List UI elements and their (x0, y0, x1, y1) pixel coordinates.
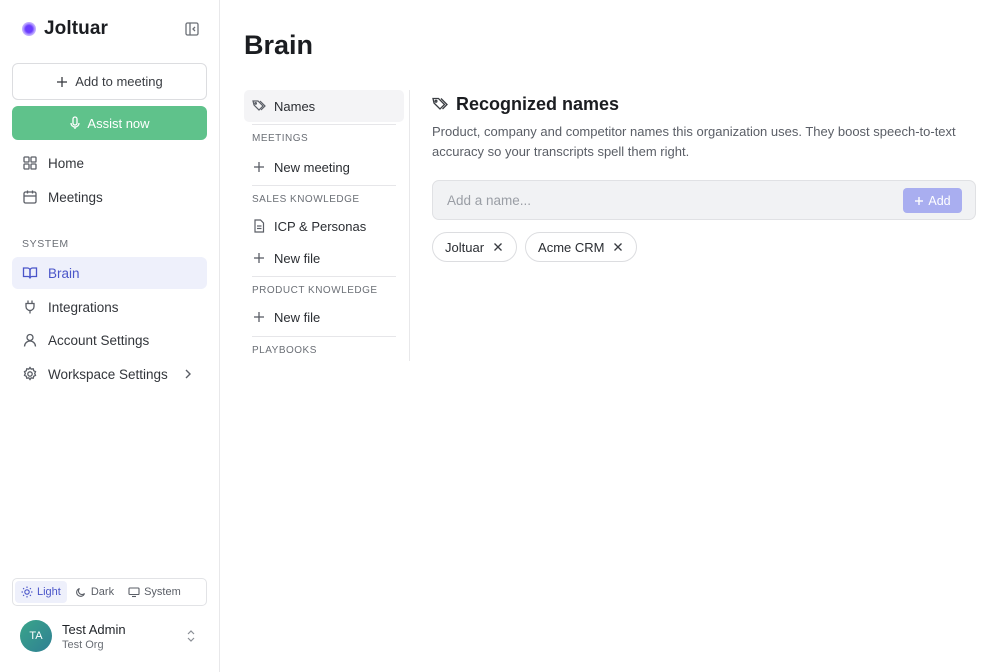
brain-subnav: Names MEETINGS New meeting SALES KNOWLED… (244, 90, 410, 361)
nav-item-brain[interactable]: Brain (12, 257, 207, 289)
chevron-right-icon (181, 367, 195, 381)
moon-icon (75, 587, 85, 597)
system-section-label: SYSTEM (22, 238, 69, 250)
subnav-item-label: New file (274, 250, 321, 266)
subnav-heading-product: PRODUCT KNOWLEDGE (252, 285, 378, 296)
book-open-icon (22, 265, 38, 281)
document-icon (252, 219, 266, 233)
calendar-icon (22, 189, 38, 205)
subnav-new-file-sales[interactable]: New file (244, 242, 404, 274)
plus-icon (252, 310, 266, 324)
plug-icon (22, 299, 38, 315)
microphone-icon (70, 116, 81, 129)
subnav-heading-meetings: MEETINGS (252, 133, 309, 144)
brand: Joltuar (22, 18, 108, 40)
brand-logo-icon (22, 22, 36, 36)
nav-item-label: Integrations (48, 299, 119, 315)
name-chip: Acme CRM (525, 232, 638, 262)
subnav-divider (252, 336, 396, 337)
sidebar-collapse-icon[interactable] (183, 20, 201, 38)
subnav-divider (252, 276, 396, 277)
add-name-input[interactable] (434, 182, 894, 218)
nav-item-label: Workspace Settings (48, 366, 168, 382)
subnav-heading-playbooks: PLAYBOOKS (252, 345, 317, 356)
chevron-up-down-icon (185, 629, 197, 643)
assist-now-button[interactable]: Assist now (12, 106, 207, 140)
plus-icon (252, 251, 266, 265)
names-chip-list: Joltuar Acme CRM (432, 232, 645, 262)
home-grid-icon (22, 155, 38, 171)
assist-now-label: Assist now (87, 115, 150, 131)
tags-icon (432, 96, 448, 112)
theme-system-label: System (144, 586, 181, 598)
sun-icon (21, 586, 33, 598)
avatar: TA (20, 620, 52, 652)
nav-item-label: Home (48, 155, 85, 171)
nav-item-workspace-settings[interactable]: Workspace Settings (12, 358, 207, 390)
panel-title: Recognized names (456, 93, 620, 114)
remove-name-icon[interactable] (492, 241, 504, 253)
plus-icon (915, 196, 924, 205)
panel-description: Product, company and competitor names th… (432, 124, 956, 159)
sidebar: Joltuar Add to meeting Assist now Home M… (0, 0, 220, 672)
theme-dark-label: Dark (90, 586, 115, 598)
subnav-item-label: New file (274, 309, 321, 325)
plus-icon (57, 76, 68, 87)
add-to-meeting-label: Add to meeting (75, 74, 163, 89)
nav-item-label: Meetings (48, 189, 103, 205)
subnav-divider (252, 185, 396, 186)
name-chip-label: Acme CRM (538, 239, 605, 255)
brand-name: Joltuar (44, 18, 109, 39)
name-chip-label: Joltuar (445, 239, 485, 255)
recognized-names-panel: Recognized names Product, company and co… (432, 90, 977, 262)
subnav-icp-personas[interactable]: ICP & Personas (244, 210, 404, 242)
subnav-new-file-product[interactable]: New file (244, 301, 404, 333)
nav-item-meetings[interactable]: Meetings (12, 181, 207, 213)
monitor-icon (128, 587, 140, 598)
user-name: Test Admin (62, 621, 126, 637)
add-name-label: Add (928, 193, 951, 208)
theme-switch: Light Dark System (12, 578, 207, 606)
name-chip: Joltuar (432, 232, 518, 262)
gear-icon (22, 366, 38, 382)
nav-item-label: Account Settings (48, 332, 150, 348)
theme-option-light[interactable]: Light (15, 581, 67, 603)
subnav-new-meeting[interactable]: New meeting (244, 151, 404, 183)
theme-light-label: Light (37, 586, 61, 598)
user-info: Test Admin Test Org (62, 622, 126, 651)
subnav-item-label: ICP & Personas (274, 218, 367, 234)
subnav-divider (252, 124, 396, 125)
nav-item-home[interactable]: Home (12, 147, 207, 179)
subnav-item-label: New meeting (274, 159, 350, 175)
add-name-button[interactable]: Add (903, 188, 962, 213)
panel-header: Recognized names (432, 90, 977, 118)
user-icon (22, 332, 38, 348)
tags-icon (252, 99, 266, 113)
nav-item-integrations[interactable]: Integrations (12, 291, 207, 323)
subnav-item-label: Names (274, 98, 316, 114)
nav-item-account-settings[interactable]: Account Settings (12, 324, 207, 356)
remove-name-icon[interactable] (612, 241, 624, 253)
theme-option-dark[interactable]: Dark (69, 581, 120, 603)
user-org: Test Org (62, 638, 104, 651)
plus-icon (252, 160, 266, 174)
page-title: Brain (244, 30, 314, 60)
subnav-heading-sales: SALES KNOWLEDGE (252, 194, 360, 205)
nav-item-label: Brain (48, 265, 80, 281)
add-name-row: Add (432, 180, 976, 220)
add-to-meeting-button[interactable]: Add to meeting (12, 63, 207, 100)
user-menu[interactable]: TA Test Admin Test Org (12, 617, 207, 655)
subnav-item-names[interactable]: Names (244, 90, 404, 122)
theme-option-system[interactable]: System (122, 581, 187, 603)
